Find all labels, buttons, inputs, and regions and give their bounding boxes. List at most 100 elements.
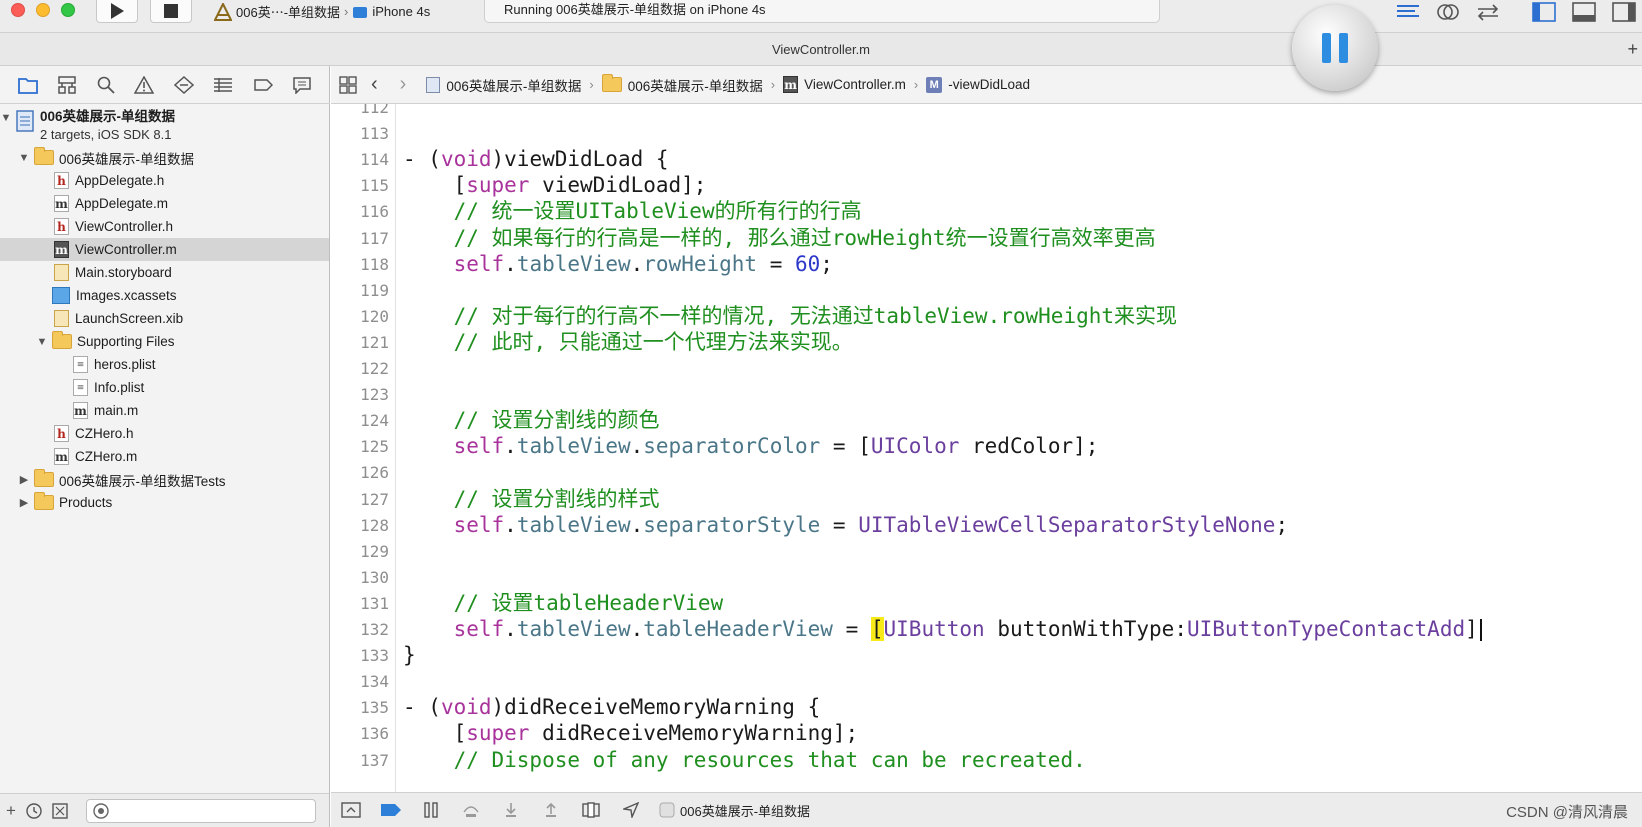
new-tab-icon[interactable]: +: [1627, 33, 1638, 66]
line-number: 117: [360, 228, 389, 248]
activity-status: Running 006英雄展示-单组数据 on iPhone 4s: [504, 2, 766, 17]
code-line[interactable]: [super viewDidLoad];: [403, 172, 707, 199]
tree-item-main-m[interactable]: m main.m: [0, 399, 329, 422]
step-over-icon[interactable]: [458, 802, 484, 818]
step-into-icon[interactable]: [498, 802, 524, 818]
tree-item-label: ViewController.h: [75, 219, 174, 234]
breadcrumb-project[interactable]: 006英雄展示-单组数据: [426, 75, 581, 95]
device-icon: [353, 6, 368, 18]
tree-item-label: Products: [59, 495, 113, 510]
tree-item-tests-group[interactable]: ▶ 006英雄展示-单组数据Tests: [0, 468, 329, 491]
recent-files-icon[interactable]: [26, 802, 42, 819]
tree-item-czhero-m[interactable]: m CZHero.m: [0, 445, 329, 468]
tree-item-products-group[interactable]: ▶ Products: [0, 491, 329, 514]
run-button[interactable]: [96, 0, 138, 23]
code-line[interactable]: // 如果每行的行高是一样的, 那么通过rowHeight统一设置行高效率更高: [403, 225, 1156, 252]
disclosure-closed-icon[interactable]: ▶: [18, 473, 30, 486]
folder-icon: [34, 147, 54, 165]
view-hierarchy-icon[interactable]: [578, 802, 604, 818]
test-navigator-icon[interactable]: [173, 75, 194, 94]
zoom-window-button[interactable]: [61, 3, 75, 17]
breakpoints-toggle-icon[interactable]: [378, 803, 404, 817]
step-out-icon[interactable]: [538, 802, 564, 818]
source-editor[interactable]: 112 113 114 115 116 117 118 119 120 121 122 123 124 1…: [331, 104, 1642, 792]
stop-button[interactable]: [150, 0, 192, 23]
tree-item-heros-plist[interactable]: ≡ heros.plist: [0, 353, 329, 376]
scheme-selector[interactable]: 006英⋯-单组数据 › iPhone 4s: [214, 0, 477, 23]
source-control-filter-icon[interactable]: [52, 802, 68, 819]
code-line[interactable]: self.tableView.separatorStyle = UITableV…: [403, 512, 1289, 539]
tree-item-launchscreen-xib[interactable]: LaunchScreen.xib: [0, 307, 329, 330]
code-line[interactable]: // 设置分割线的颜色: [403, 407, 660, 434]
folder-icon: [52, 331, 72, 349]
code-line[interactable]: // 设置tableHeaderView: [403, 590, 724, 617]
close-window-button[interactable]: [11, 3, 25, 17]
disclosure-open-icon[interactable]: ▼: [0, 112, 12, 124]
debug-navigator-icon[interactable]: [213, 76, 233, 94]
find-navigator-icon[interactable]: [97, 76, 115, 94]
breakpoint-navigator-icon[interactable]: [253, 76, 273, 94]
code-line[interactable]: - (void)didReceiveMemoryWarning {: [403, 694, 820, 721]
forward-button[interactable]: ›: [400, 73, 407, 96]
tree-item-main-storyboard[interactable]: Main.storyboard: [0, 261, 329, 284]
issue-navigator-icon[interactable]: [134, 75, 155, 94]
line-number-gutter[interactable]: 112 113 114 115 116 117 118 119 120 121 122 123 124 1…: [331, 104, 396, 792]
tree-item-supporting-files[interactable]: ▼ Supporting Files: [0, 330, 329, 353]
breadcrumb-method[interactable]: M -viewDidLoad: [926, 76, 1030, 93]
tree-item-czhero-h[interactable]: h CZHero.h: [0, 422, 329, 445]
version-editor-icon[interactable]: [1475, 3, 1501, 21]
navigator-filter-input[interactable]: [85, 798, 316, 823]
code-line[interactable]: self.tableView.tableHeaderView = [UIButt…: [403, 616, 1482, 643]
code-line[interactable]: // 对于每行的行高不一样的情况, 无法通过tableView.rowHeigh…: [403, 303, 1177, 330]
symbol-navigator-icon[interactable]: [57, 75, 77, 94]
breadcrumb-file[interactable]: m ViewController.m: [783, 76, 906, 93]
code-line[interactable]: // 此时, 只能通过一个代理方法来实现。: [403, 329, 853, 356]
activity-viewer: Running 006英雄展示-单组数据 on iPhone 4s: [484, 0, 1160, 23]
standard-editor-icon[interactable]: [1395, 3, 1421, 21]
assistant-editor-icon[interactable]: [1435, 2, 1461, 22]
back-button[interactable]: ‹: [371, 73, 378, 96]
code-line[interactable]: // 设置分割线的样式: [403, 486, 660, 513]
tree-item-label: CZHero.h: [75, 426, 134, 441]
line-number: 132: [360, 620, 389, 639]
tree-item-group-main[interactable]: ▼ 006英雄展示-单组数据: [0, 146, 329, 169]
line-number: 121: [360, 332, 389, 352]
hide-debug-area-icon[interactable]: [338, 802, 364, 818]
disclosure-open-icon[interactable]: ▼: [18, 152, 30, 164]
related-items-icon[interactable]: [339, 75, 357, 94]
tree-item-label: CZHero.m: [75, 449, 138, 464]
simulate-location-icon[interactable]: [618, 802, 644, 818]
breadcrumb-group[interactable]: 006英雄展示-单组数据: [601, 74, 763, 95]
tree-item-images-xcassets[interactable]: Images.xcassets: [0, 284, 329, 307]
tree-item-viewcontroller-h[interactable]: h ViewController.h: [0, 215, 329, 238]
recording-pause-button[interactable]: [1292, 5, 1378, 91]
disclosure-closed-icon[interactable]: ▶: [18, 496, 30, 509]
code-line[interactable]: self.tableView.separatorColor = [UIColor…: [403, 433, 1099, 460]
navigator-toggle-icon[interactable]: [1532, 1, 1556, 22]
code-line[interactable]: // 统一设置UITableView的所有行的行高: [403, 198, 862, 225]
project-root-item[interactable]: ▼ 006英雄展示-单组数据 2 targets, iOS SDK 8.1: [0, 106, 329, 144]
line-number: 123: [360, 385, 389, 405]
pause-continue-icon[interactable]: [418, 802, 444, 818]
tree-item-appdelegate-m[interactable]: m AppDelegate.m: [0, 192, 329, 215]
minimize-window-button[interactable]: [36, 3, 50, 17]
code-line[interactable]: [super didReceiveMemoryWarning];: [403, 720, 859, 747]
code-line[interactable]: - (void)viewDidLoad {: [403, 146, 669, 173]
report-navigator-icon[interactable]: [292, 76, 312, 94]
line-number: 137: [360, 750, 389, 770]
asset-catalog-icon: [52, 287, 70, 304]
code-line[interactable]: }: [403, 642, 416, 669]
debug-area-toggle-icon[interactable]: [1572, 1, 1596, 22]
tree-item-info-plist[interactable]: ≡ Info.plist: [0, 376, 329, 399]
code-line[interactable]: // Dispose of any resources that can be …: [403, 747, 1086, 774]
disclosure-open-icon[interactable]: ▼: [36, 336, 48, 348]
line-number: 128: [360, 515, 389, 535]
add-file-icon[interactable]: +: [6, 801, 16, 821]
code-line[interactable]: self.tableView.rowHeight = 60;: [403, 251, 833, 278]
utilities-toggle-icon[interactable]: [1612, 1, 1636, 22]
chevron-right-icon: ›: [770, 77, 776, 92]
project-navigator-icon[interactable]: [17, 76, 38, 94]
tree-item-viewcontroller-m[interactable]: m ViewController.m: [0, 238, 329, 261]
tree-item-appdelegate-h[interactable]: h AppDelegate.h: [0, 169, 329, 192]
window-title: ViewController.m: [771, 42, 871, 57]
